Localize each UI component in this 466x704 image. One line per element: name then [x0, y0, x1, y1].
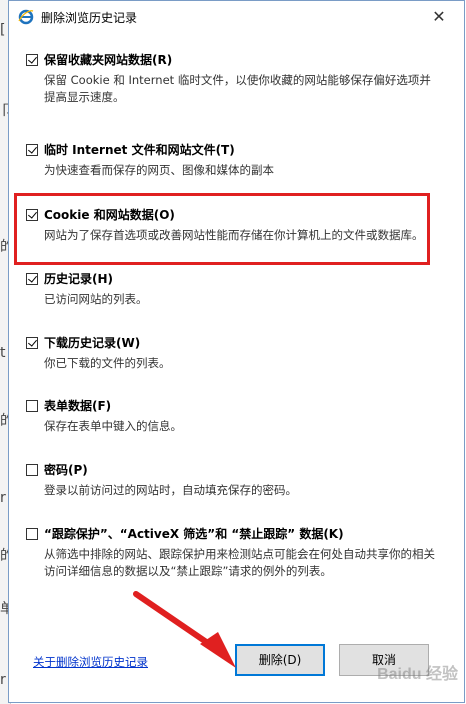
check-icon	[28, 54, 37, 64]
option-title: “跟踪保护”、“ActiveX 筛选”和 “禁止跟踪” 数据(K)	[44, 527, 344, 541]
option-description: 你已下载的文件的列表。	[44, 356, 171, 370]
dialog-title: 删除浏览历史记录	[41, 11, 138, 25]
checkbox-temp-internet-files[interactable]	[26, 144, 38, 156]
option-description: 为快速查看而保存的网页、图像和媒体的副本	[44, 163, 274, 177]
close-button[interactable]: ✕	[428, 6, 450, 28]
option-title: 保留收藏夹网站数据(R)	[44, 53, 173, 67]
checkbox-history[interactable]	[26, 273, 38, 285]
option-description: 已访问网站的列表。	[44, 292, 148, 306]
option-title: 表单数据(F)	[44, 399, 112, 413]
option-title: 临时 Internet 文件和网站文件(T)	[44, 143, 235, 157]
check-icon	[28, 273, 37, 283]
checkbox-passwords[interactable]	[26, 464, 38, 476]
option-title: 历史记录(H)	[44, 272, 114, 286]
option-description: 从筛选中排除的网站、跟踪保护用来检测站点可能会在何处自动共享你的相关访问详细信息…	[44, 547, 435, 578]
ie-icon	[18, 9, 34, 25]
option-description: 保留 Cookie 和 Internet 临时文件，以使你收藏的网站能够保存偏好…	[44, 73, 431, 104]
arrow-annotation-icon	[133, 591, 236, 668]
checkbox-form-data[interactable]	[26, 400, 38, 412]
option-title: 密码(P)	[44, 463, 88, 477]
option-description: 登录以前访问过的网站时，自动填充保存的密码。	[44, 483, 297, 497]
title-bar: 删除浏览历史记录 ✕	[9, 1, 464, 33]
checkbox-preserve-favorites[interactable]	[26, 54, 38, 66]
checkbox-tracking-protection[interactable]	[26, 528, 38, 540]
watermark: Baidu 经验	[377, 666, 458, 683]
check-icon	[28, 337, 37, 347]
highlight-annotation	[14, 193, 430, 265]
option-title: 下载历史记录(W)	[44, 336, 141, 350]
checkbox-download-history[interactable]	[26, 337, 38, 349]
option-description: 保存在表单中键入的信息。	[44, 419, 182, 433]
close-icon: ✕	[432, 7, 446, 26]
check-icon	[28, 144, 37, 154]
